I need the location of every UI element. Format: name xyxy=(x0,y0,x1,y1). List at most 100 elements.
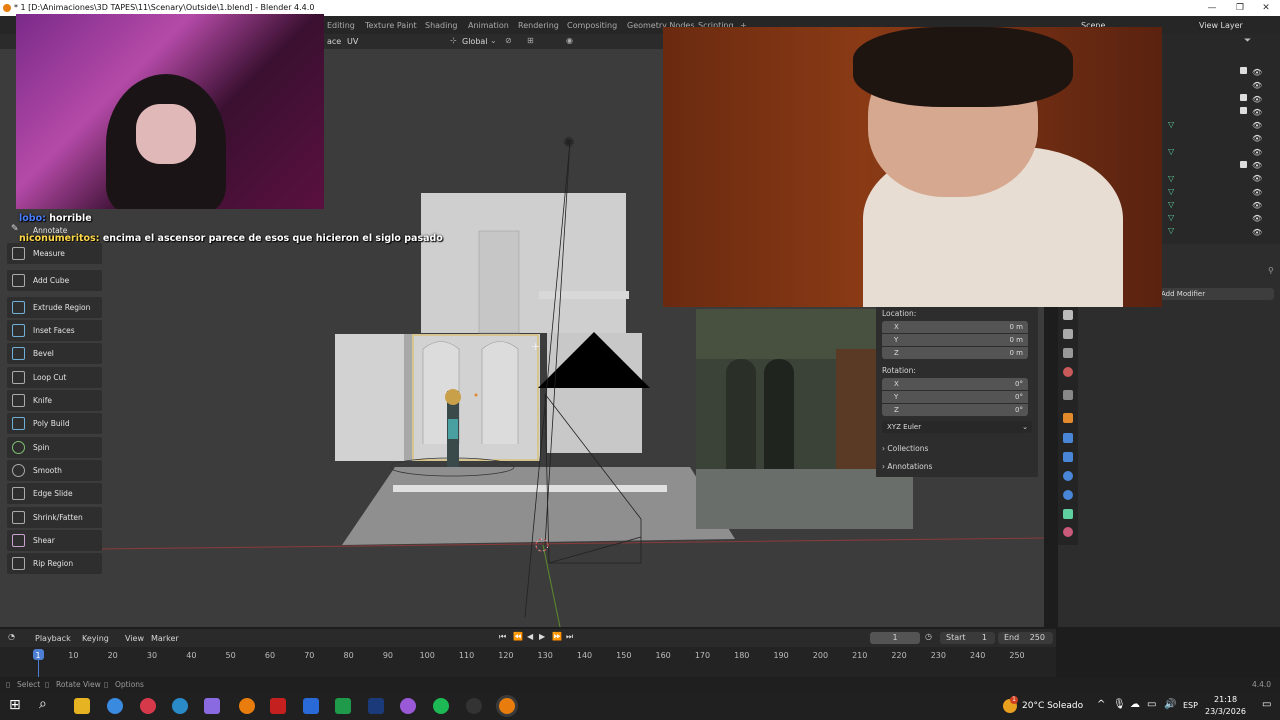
material-tab-icon[interactable] xyxy=(1063,527,1073,537)
chrome-icon[interactable] xyxy=(107,698,123,714)
tab-animation[interactable]: Animation xyxy=(468,18,509,33)
checkbox-icon[interactable] xyxy=(1240,67,1247,74)
modifier-tab-icon[interactable] xyxy=(1063,433,1073,443)
visibility-toggles[interactable]: 👁 👁 👁 👁 👁 👁 👁 👁 👁 👁 👁 👁 👁 xyxy=(1252,66,1276,244)
tool-add-cube[interactable]: Add Cube xyxy=(7,270,102,291)
tab-texture-paint[interactable]: Texture Paint xyxy=(365,18,417,33)
video-app-icon[interactable] xyxy=(270,698,286,714)
rotation-z-field[interactable]: Z 0° xyxy=(882,404,1028,416)
tool-edge-slide[interactable]: Edge Slide xyxy=(7,483,102,504)
timeline-scrubber[interactable]: 1 10 20 30 40 50 60 70 80 90 100 110 120 130 140 150 160… xyxy=(0,647,1056,677)
rotation-mode-dropdown[interactable]: XYZ Euler ⌄ xyxy=(882,421,1032,433)
close-button[interactable]: ✕ xyxy=(1254,0,1278,16)
checkbox-icon[interactable] xyxy=(1240,107,1247,114)
constraints-tab-icon[interactable] xyxy=(1063,490,1073,500)
add-modifier-button[interactable]: Add Modifier xyxy=(1158,288,1274,300)
language-indicator[interactable]: ESP xyxy=(1183,701,1198,710)
tab-editing[interactable]: Editing xyxy=(327,18,355,33)
physics-tab-icon[interactable] xyxy=(1063,471,1073,481)
tab-shading[interactable]: Shading xyxy=(425,18,458,33)
tool-rip-region[interactable]: Rip Region xyxy=(7,553,102,574)
notification-icon[interactable]: ▭ xyxy=(1262,699,1271,710)
menu-face[interactable]: ace xyxy=(327,37,341,46)
particles-tab-icon[interactable] xyxy=(1063,452,1073,462)
checkbox-icon[interactable] xyxy=(1240,161,1247,168)
output-tab-icon[interactable] xyxy=(1063,329,1073,339)
search-icon[interactable]: ⌕ xyxy=(39,696,47,712)
vegas-icon[interactable] xyxy=(368,698,384,714)
volume-icon[interactable]: 🔊 xyxy=(1164,699,1176,710)
pivot-icon[interactable]: ⊘ xyxy=(505,36,512,45)
clock-time[interactable]: 21:18 xyxy=(1214,695,1237,704)
proportional-edit-icon[interactable]: ◉ xyxy=(566,36,573,45)
tool-loop-cut[interactable]: Loop Cut xyxy=(7,367,102,388)
tool-inset-faces[interactable]: Inset Faces xyxy=(7,320,102,341)
view-layer-tab-icon[interactable] xyxy=(1063,348,1073,358)
tool-poly-build[interactable]: Poly Build xyxy=(7,413,102,434)
tool-measure[interactable]: Measure xyxy=(7,243,102,264)
editor-type-icon[interactable]: ◔ xyxy=(8,632,15,641)
annotations-section[interactable]: › Annotations xyxy=(882,462,932,471)
render-tab-icon[interactable] xyxy=(1063,310,1073,320)
file-explorer-icon[interactable] xyxy=(74,698,90,714)
clock-date[interactable]: 23/3/2026 xyxy=(1205,707,1246,716)
tool-shrink-fatten[interactable]: Shrink/Fatten xyxy=(7,507,102,528)
prev-keyframe-icon[interactable]: ⏪ xyxy=(513,632,523,641)
world-tab-icon[interactable] xyxy=(1063,390,1073,400)
location-x-field[interactable]: X 0 m xyxy=(882,321,1028,333)
chevron-up-icon[interactable]: ^ xyxy=(1097,699,1105,710)
checkbox-icon[interactable] xyxy=(1240,94,1247,101)
tab-rendering[interactable]: Rendering xyxy=(518,18,559,33)
menu-uv[interactable]: UV xyxy=(347,37,358,46)
spotify-icon[interactable] xyxy=(433,698,449,714)
location-y-field[interactable]: Y 0 m xyxy=(882,334,1028,346)
jump-start-icon[interactable]: ⏮ xyxy=(499,632,506,642)
app-icon[interactable] xyxy=(204,698,220,714)
pin-icon[interactable]: ⚲ xyxy=(1268,266,1274,275)
blender-icon[interactable] xyxy=(239,698,255,714)
object-tab-icon[interactable] xyxy=(1063,413,1073,423)
rotation-y-field[interactable]: Y 0° xyxy=(882,391,1028,403)
transform-orientation-dropdown[interactable]: Global xyxy=(462,37,488,46)
playback-menu[interactable]: Playback xyxy=(35,634,71,643)
collections-section[interactable]: › Collections xyxy=(882,444,928,453)
data-tab-icon[interactable] xyxy=(1063,509,1073,519)
obs-icon[interactable] xyxy=(466,698,482,714)
edge-icon[interactable] xyxy=(172,698,188,714)
end-frame-field[interactable]: End 250 xyxy=(998,632,1053,644)
maximize-button[interactable]: ❐ xyxy=(1228,0,1252,16)
tool-shear[interactable]: Shear xyxy=(7,530,102,551)
photos-icon[interactable] xyxy=(303,698,319,714)
snap-icon[interactable]: ⊞ xyxy=(527,36,534,45)
jump-end-icon[interactable]: ⏭ xyxy=(566,632,573,642)
tab-compositing[interactable]: Compositing xyxy=(567,18,617,33)
network-icon[interactable]: ▭ xyxy=(1147,699,1156,710)
current-frame-field[interactable]: 1 xyxy=(870,632,920,644)
weather-text[interactable]: 20°C Soleado xyxy=(1022,701,1083,711)
tool-bevel[interactable]: Bevel xyxy=(7,343,102,364)
pycharm-icon[interactable] xyxy=(335,698,351,714)
windows-start-icon[interactable]: ⊞ xyxy=(9,697,21,713)
app-icon-2[interactable] xyxy=(400,698,416,714)
minimize-button[interactable]: — xyxy=(1200,0,1224,16)
scene-tab-icon[interactable] xyxy=(1063,367,1073,377)
reverse-play-icon[interactable]: ◀ xyxy=(527,632,533,641)
tool-extrude-region[interactable]: Extrude Region xyxy=(7,297,102,318)
play-icon[interactable]: ▶ xyxy=(539,632,545,641)
view-menu[interactable]: View xyxy=(125,634,144,643)
tool-smooth[interactable]: Smooth xyxy=(7,460,102,481)
rotation-x-field[interactable]: X 0° xyxy=(882,378,1028,390)
filter-icon[interactable]: ⏷ xyxy=(1244,36,1251,46)
start-frame-field[interactable]: Start 1 xyxy=(940,632,995,644)
microphone-icon[interactable]: 🎙 xyxy=(1113,699,1126,710)
keying-menu[interactable]: Keying xyxy=(82,634,109,643)
onedrive-icon[interactable]: ☁ xyxy=(1130,699,1140,710)
blender-active-icon[interactable] xyxy=(499,698,515,714)
tool-knife[interactable]: Knife xyxy=(7,390,102,411)
marker-menu[interactable]: Marker xyxy=(151,634,179,643)
view-layer-selector[interactable]: View Layer xyxy=(1199,18,1243,33)
next-keyframe-icon[interactable]: ⏩ xyxy=(552,632,562,641)
location-z-field[interactable]: Z 0 m xyxy=(882,347,1028,359)
tool-spin[interactable]: Spin xyxy=(7,437,102,458)
opera-icon[interactable] xyxy=(140,698,156,714)
